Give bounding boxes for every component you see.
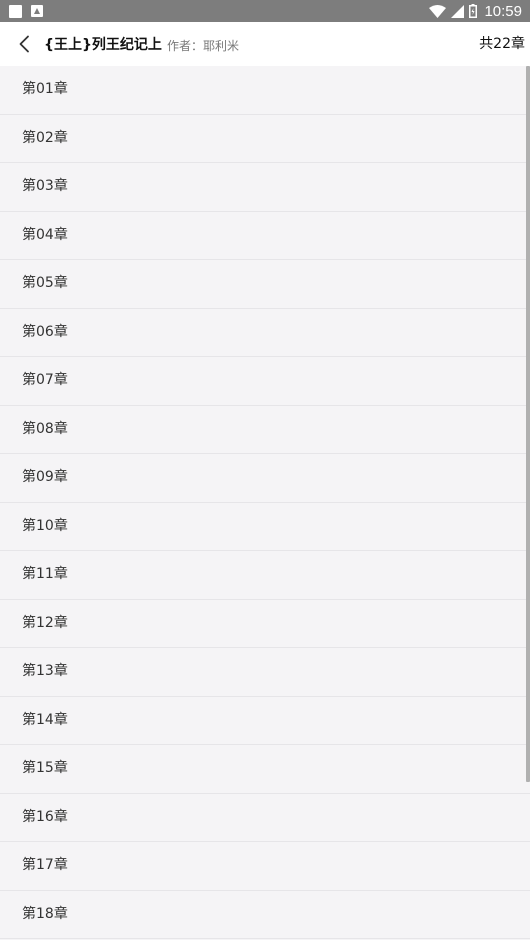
a-notification-icon [31,5,43,17]
book-title: {王上}列王纪记上 [44,37,162,53]
status-indicators: 10:59 [429,2,522,20]
chapter-item[interactable]: 第15章 [0,745,530,794]
back-button[interactable] [14,33,34,55]
scrollbar[interactable] [526,66,530,782]
app-header: {王上}列王纪记上 作者：耶利米 共22章 [0,22,530,66]
signal-icon [451,4,465,18]
chapter-item[interactable]: 第05章 [0,260,530,309]
battery-icon [469,4,478,18]
chapter-item[interactable]: 第04章 [0,212,530,260]
chapter-item[interactable]: 第07章 [0,357,530,406]
status-time: 10:59 [484,2,522,20]
header-title-group: {王上}列王纪记上 作者：耶利米 [44,22,239,66]
chapter-item[interactable]: 第18章 [0,891,530,939]
chapter-item[interactable]: 第10章 [0,503,530,551]
square-notification-icon [9,4,22,18]
wifi-icon [429,4,447,18]
chapter-item[interactable]: 第17章 [0,842,530,891]
chapter-item[interactable]: 第09章 [0,454,530,503]
chapter-item[interactable]: 第14章 [0,697,530,745]
chapter-total: 共22章 [479,36,525,52]
book-author: 作者：耶利米 [166,39,239,53]
chapter-item[interactable]: 第08章 [0,406,530,454]
chapter-list: 第01章 第02章 第03章 第04章 第05章 第06章 第07章 第08章 … [0,66,530,939]
chapter-item[interactable]: 第16章 [0,794,530,842]
chapter-item[interactable]: 第02章 [0,115,530,163]
chapter-item[interactable]: 第13章 [0,648,530,697]
status-notifications [9,3,43,19]
chapter-item[interactable]: 第11章 [0,551,530,600]
chapter-item[interactable]: 第03章 [0,163,530,212]
status-bar: 10:59 [0,0,530,22]
chapter-item[interactable]: 第01章 [0,66,530,115]
chapter-item[interactable]: 第06章 [0,309,530,357]
chevron-left-icon [19,35,29,53]
chapter-item[interactable]: 第12章 [0,600,530,648]
